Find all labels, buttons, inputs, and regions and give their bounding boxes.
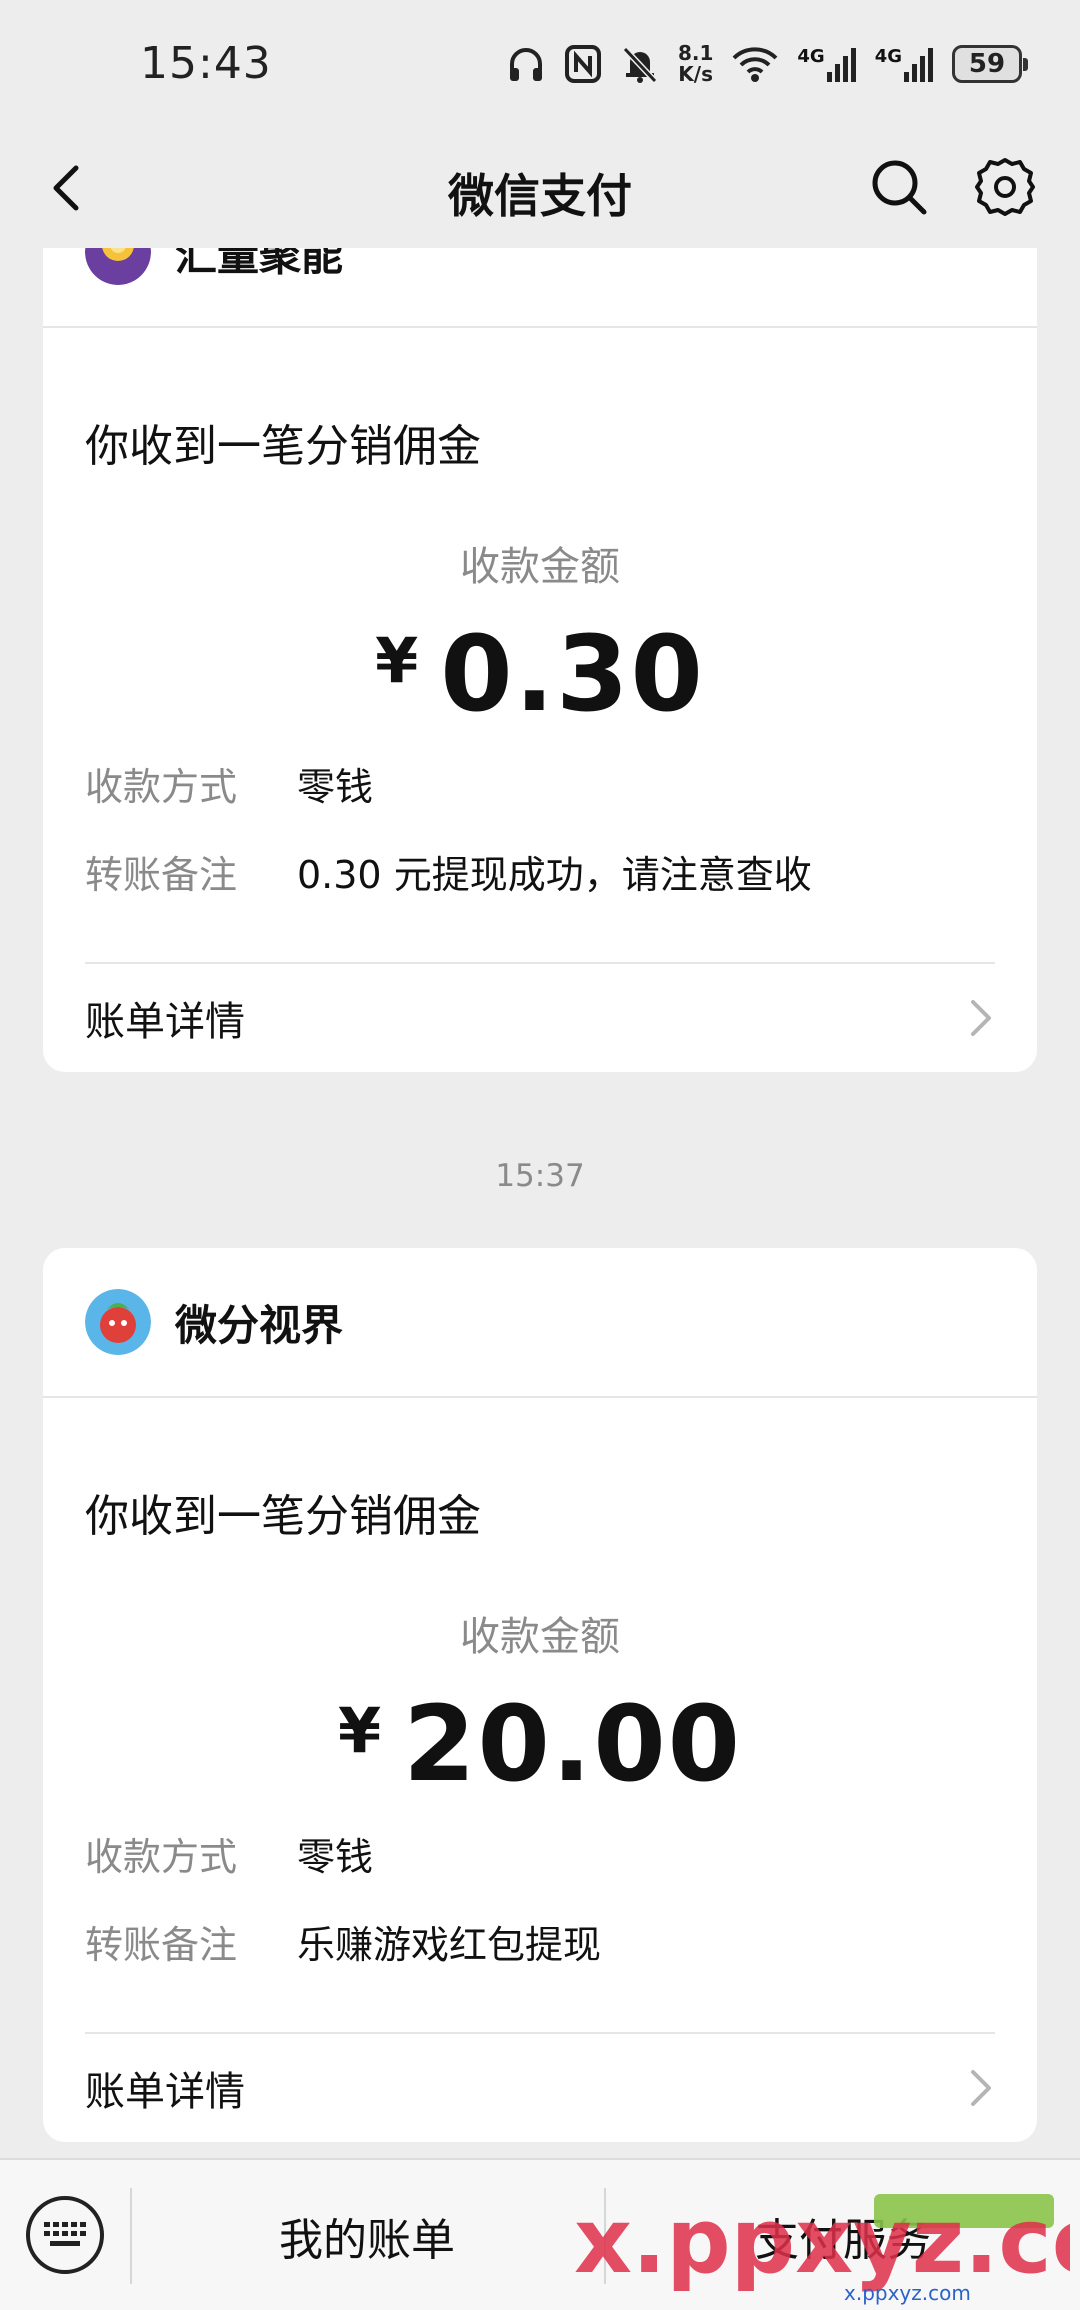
chevron-right-icon	[971, 1000, 991, 1036]
keyboard-icon	[44, 2222, 86, 2246]
payment-method-label: 收款方式	[85, 765, 238, 809]
bottom-menu-bar: 我的账单 支付服务 x.ppxyz.com x.ppxyz.com	[0, 2158, 1080, 2310]
network-speed-value: 8.1	[677, 41, 714, 65]
sim2-signal: 4G	[875, 46, 934, 82]
payment-method-label: 收款方式	[85, 1835, 238, 1879]
watermark-text: x.ppxyz.com	[574, 2189, 1070, 2294]
battery-indicator: 59	[952, 45, 1028, 83]
sim1-network-type: 4G	[797, 46, 825, 67]
merchant-avatar	[85, 248, 151, 285]
status-bar: 15:43 8.1 K/s 4G 4G 59	[0, 0, 1080, 130]
payment-method-row: 收款方式 零钱	[85, 758, 995, 816]
message-list[interactable]: 汇量聚能 你收到一笔分销佣金 收款金额 ¥ 0.30 收款方式 零钱 转账备注 …	[0, 248, 1080, 2158]
watermark-small-text: x.ppxyz.com	[844, 2281, 971, 2305]
card-header[interactable]: 微分视界	[43, 1248, 1037, 1398]
card-header[interactable]: 汇量聚能	[43, 248, 1037, 328]
merchant-name: 微分视界	[175, 1300, 344, 1350]
transfer-note-value: 0.30 元提现成功，请注意查收	[297, 853, 812, 897]
amount-row: ¥ 0.30	[85, 620, 995, 728]
nav-bar: 微信支付	[0, 130, 1080, 248]
signal-bars-icon	[826, 48, 856, 82]
message-title: 你收到一笔分销佣金	[85, 421, 481, 472]
amount-value: 20.00	[403, 1683, 743, 1805]
card-body[interactable]: 你收到一笔分销佣金 收款金额 ¥ 20.00 收款方式 零钱 转账备注 乐赚游戏…	[43, 1480, 1037, 2142]
message-timestamp: 15:37	[495, 1158, 585, 1194]
currency-symbol: ¥	[375, 624, 419, 697]
my-bills-button[interactable]: 我的账单	[132, 2160, 602, 2310]
payment-method-value: 零钱	[297, 765, 374, 809]
network-speed: 8.1 K/s	[678, 43, 713, 85]
network-speed-unit: K/s	[678, 62, 714, 86]
keyboard-toggle-button[interactable]	[26, 2196, 104, 2274]
headphones-icon	[509, 48, 542, 81]
transfer-note-row: 转账备注 乐赚游戏红包提现	[85, 1916, 995, 1974]
status-icons: 8.1 K/s 4G 4G 59	[506, 36, 1028, 92]
transfer-note-row: 转账备注 0.30 元提现成功，请注意查收	[85, 846, 995, 904]
amount-label: 收款金额	[460, 1614, 620, 1660]
nfc-icon	[564, 45, 601, 83]
amount-row: ¥ 20.00	[85, 1690, 995, 1798]
search-icon[interactable]	[866, 154, 932, 220]
bill-detail-link[interactable]: 账单详情	[85, 964, 995, 1072]
currency-symbol: ¥	[337, 1694, 382, 1767]
message-title: 你收到一笔分销佣金	[85, 1491, 481, 1542]
transfer-note-label: 转账备注	[85, 853, 238, 897]
transfer-note-value: 乐赚游戏红包提现	[297, 1923, 602, 1967]
gear-icon[interactable]	[972, 154, 1038, 220]
bill-detail-label: 账单详情	[85, 999, 245, 1045]
chevron-right-icon	[971, 2070, 991, 2106]
bill-detail-link[interactable]: 账单详情	[85, 2034, 995, 2142]
signal-bars-icon	[904, 48, 933, 82]
sim2-network-type: 4G	[874, 46, 902, 67]
transfer-note-label: 转账备注	[85, 1923, 238, 1967]
payment-method-row: 收款方式 零钱	[85, 1828, 995, 1886]
amount-value: 0.30	[440, 613, 705, 735]
watermark: x.ppxyz.com x.ppxyz.com	[574, 2186, 1080, 2306]
payment-message-card: 汇量聚能 你收到一笔分销佣金 收款金额 ¥ 0.30 收款方式 零钱 转账备注 …	[43, 248, 1037, 1072]
bill-detail-label: 账单详情	[85, 2069, 245, 2115]
sim1-signal: 4G	[797, 46, 856, 82]
mute-bell-icon	[622, 46, 658, 84]
merchant-avatar	[85, 1289, 151, 1355]
payment-message-card: 微分视界 你收到一笔分销佣金 收款金额 ¥ 20.00 收款方式 零钱 转账备注…	[43, 1248, 1037, 2142]
amount-label: 收款金额	[460, 544, 620, 590]
status-time: 15:43	[140, 38, 272, 89]
card-body[interactable]: 你收到一笔分销佣金 收款金额 ¥ 0.30 收款方式 零钱 转账备注 0.30 …	[43, 410, 1037, 1072]
wifi-icon	[732, 47, 778, 82]
payment-method-value: 零钱	[297, 1835, 374, 1879]
merchant-name: 汇量聚能	[175, 248, 344, 280]
